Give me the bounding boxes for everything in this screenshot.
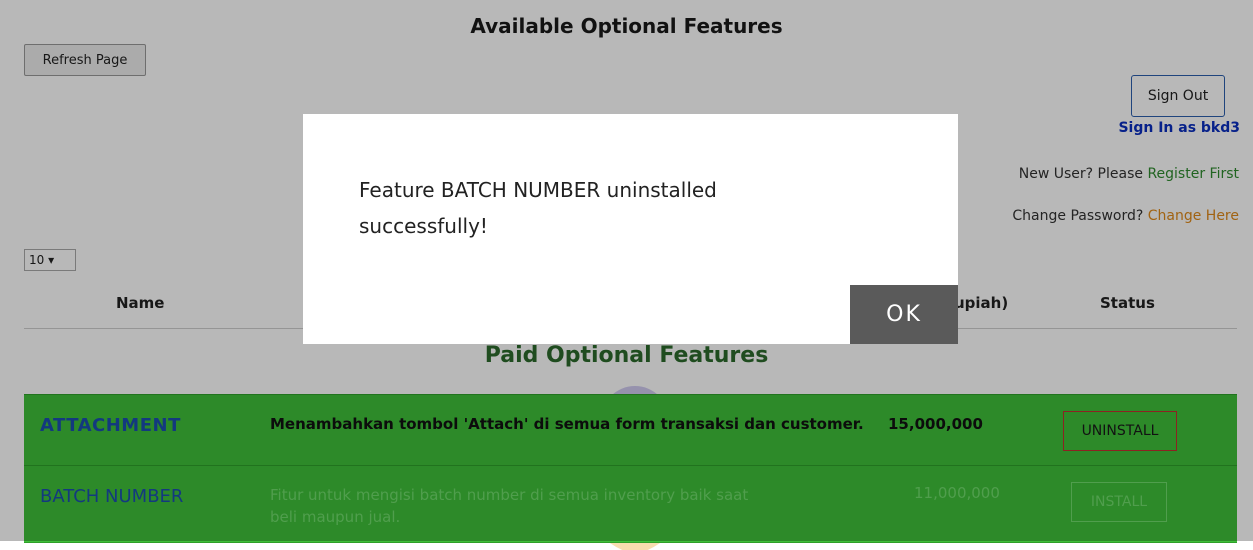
alert-dialog: Feature BATCH NUMBER uninstalled success… bbox=[303, 114, 958, 344]
ok-button[interactable]: OK bbox=[850, 285, 958, 344]
dialog-message: Feature BATCH NUMBER uninstalled success… bbox=[359, 178, 717, 238]
